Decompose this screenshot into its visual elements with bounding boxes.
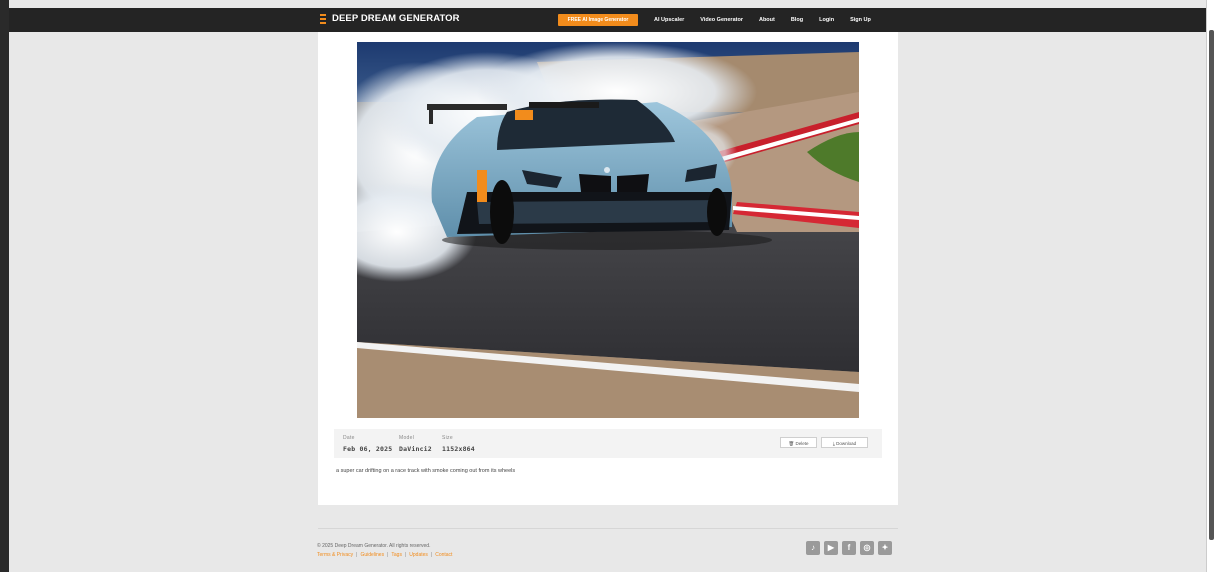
footer-link-guidelines[interactable]: Guidelines (360, 552, 384, 558)
model-value: DaVinci2 (399, 445, 432, 453)
image-detail-card: Date Feb 06, 2025 Model DaVinci2 Size 11… (318, 32, 898, 505)
twitter-icon[interactable]: ✦ (878, 541, 892, 555)
nav-about[interactable]: About (759, 17, 775, 23)
date-info: Date Feb 06, 2025 (343, 435, 392, 453)
nav-blog[interactable]: Blog (791, 17, 803, 23)
tiktok-icon[interactable]: ♪ (806, 541, 820, 555)
brand-logo[interactable]: DEEP DREAM GENERATOR (320, 13, 460, 24)
separator: | (404, 552, 407, 558)
size-label: Size (442, 435, 453, 441)
download-button[interactable]: ⤓ Download (821, 437, 868, 448)
scrollbar[interactable] (1206, 0, 1216, 572)
footer-divider (318, 528, 898, 529)
facebook-icon[interactable]: f (842, 541, 856, 555)
separator: | (387, 552, 389, 558)
download-icon: ⤓ (832, 441, 835, 446)
social-links: ♪ ▶ f ◎ ✦ (806, 541, 892, 555)
race-car-drifting-image (357, 42, 859, 418)
size-value: 1152x864 (442, 445, 475, 453)
main-nav: FREE AI Image Generator AI Upscaler Vide… (558, 13, 871, 26)
top-navigation-bar: DEEP DREAM GENERATOR FREE AI Image Gener… (9, 8, 1206, 32)
instagram-icon[interactable]: ◎ (860, 541, 874, 555)
footer-link-updates[interactable]: Updates (409, 552, 428, 558)
footer-link-contact[interactable]: Contact (435, 552, 452, 558)
model-label: Model (399, 435, 415, 441)
copyright-text: © 2025 Deep Dream Generator. All rights … (317, 543, 431, 549)
delete-button[interactable]: 🗑 Delete (780, 437, 817, 448)
footer-link-terms[interactable]: Terms & Privacy (317, 552, 353, 558)
image-metadata-bar: Date Feb 06, 2025 Model DaVinci2 Size 11… (334, 429, 882, 458)
separator: | (356, 552, 358, 558)
date-value: Feb 06, 2025 (343, 445, 393, 453)
free-ai-image-generator-button[interactable]: FREE AI Image Generator (558, 13, 638, 26)
size-info: Size 1152x864 (442, 435, 475, 453)
footer-links: Terms & Privacy | Guidelines | Tags | Updates |… (317, 552, 452, 558)
nav-sign-up[interactable]: Sign Up (850, 17, 871, 23)
brand-name[interactable]: DEEP DREAM GENERATOR (332, 13, 460, 24)
youtube-icon[interactable]: ▶ (824, 541, 838, 555)
separator: | (430, 552, 433, 558)
nav-video-generator[interactable]: Video Generator (700, 17, 743, 23)
download-label: Download (836, 441, 857, 446)
model-info: Model DaVinci2 (399, 435, 432, 453)
nav-login[interactable]: Login (819, 17, 834, 23)
date-label: Date (343, 435, 355, 441)
trash-icon: 🗑 (788, 441, 795, 446)
menu-icon[interactable] (320, 13, 326, 24)
generated-image[interactable] (357, 42, 859, 418)
window-frame-left (0, 0, 9, 572)
image-prompt-text: a super car drifting on a race track wit… (336, 468, 516, 474)
delete-label: Delete (795, 441, 809, 446)
footer-link-tags[interactable]: Tags (391, 552, 402, 558)
nav-ai-upscaler[interactable]: AI Upscaler (654, 17, 684, 23)
scrollbar-thumb[interactable] (1209, 30, 1214, 540)
